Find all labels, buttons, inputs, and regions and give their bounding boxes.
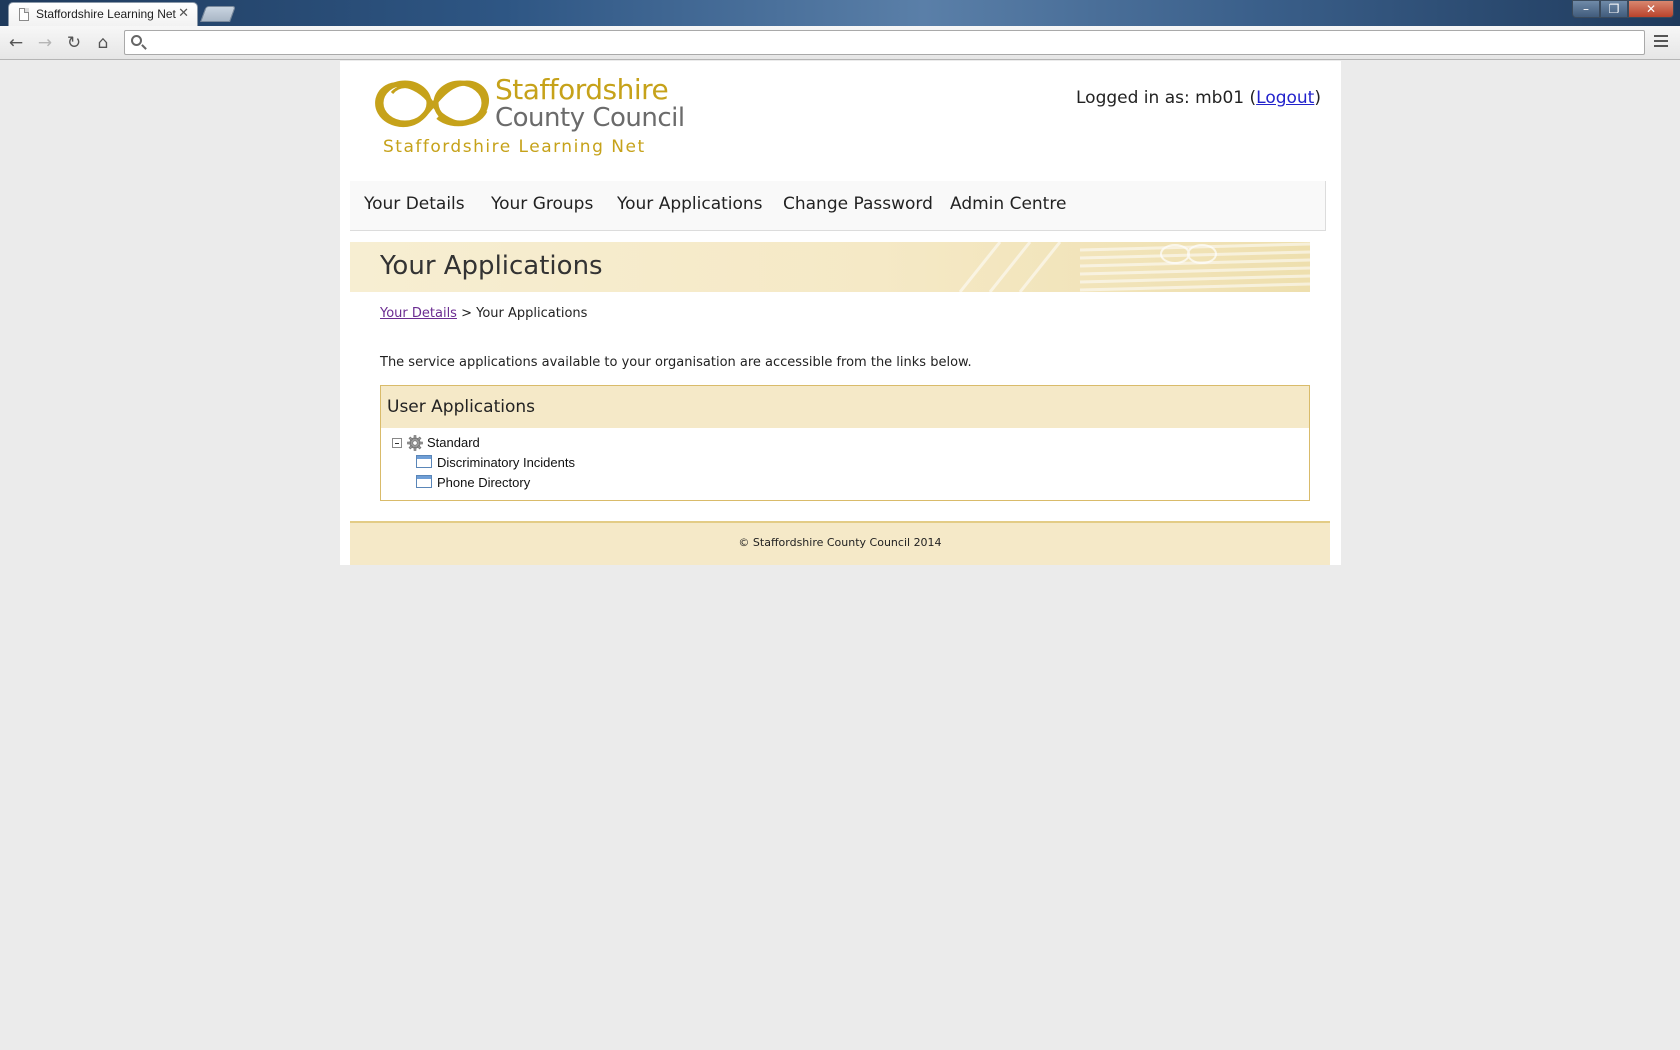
tree-group-standard[interactable]: Standard bbox=[427, 435, 480, 450]
user-applications-panel: User Applications Standard Discriminator… bbox=[380, 385, 1310, 501]
breadcrumb: Your Details > Your Applications bbox=[380, 306, 587, 321]
page-container: Staffordshire County Council Staffordshi… bbox=[340, 61, 1341, 565]
menu-icon[interactable] bbox=[1654, 35, 1670, 51]
window-icon bbox=[416, 455, 432, 468]
nav-item-your-details[interactable]: Your Details bbox=[364, 194, 465, 214]
main-nav: Your Details Your Groups Your Applicatio… bbox=[350, 181, 1326, 231]
breadcrumb-separator: > bbox=[456, 306, 477, 321]
window-icon bbox=[416, 475, 432, 488]
breadcrumb-current: Your Applications bbox=[476, 306, 588, 321]
footer: © Staffordshire County Council 2014 bbox=[350, 521, 1330, 565]
nav-item-admin-centre[interactable]: Admin Centre bbox=[950, 194, 1066, 214]
page-icon bbox=[19, 8, 29, 21]
forward-arrow-icon[interactable]: → bbox=[34, 32, 56, 54]
tab-title: Staffordshire Learning Net bbox=[36, 7, 176, 21]
page-title: Your Applications bbox=[380, 251, 603, 281]
browser-titlebar: Staffordshire Learning Net ✕ – ❐ ✕ bbox=[0, 0, 1680, 26]
window-controls: – ❐ ✕ bbox=[1572, 0, 1674, 18]
home-icon[interactable]: ⌂ bbox=[92, 32, 114, 54]
panel-title: User Applications bbox=[387, 397, 535, 417]
window-close-button[interactable]: ✕ bbox=[1628, 0, 1674, 18]
restore-button[interactable]: ❐ bbox=[1600, 0, 1628, 18]
collapse-icon[interactable] bbox=[392, 438, 402, 448]
logout-link[interactable]: Logout bbox=[1256, 88, 1314, 108]
login-prefix: Logged in as: mb01 ( bbox=[1076, 88, 1257, 108]
browser-tab[interactable]: Staffordshire Learning Net ✕ bbox=[8, 2, 198, 26]
breadcrumb-link-your-details[interactable]: Your Details bbox=[380, 306, 457, 321]
panel-header: User Applications bbox=[381, 386, 1309, 428]
logo-tagline: Staffordshire Learning Net bbox=[383, 137, 646, 157]
logo-text-primary: Staffordshire bbox=[495, 73, 669, 106]
copyright-text: © Staffordshire County Council 2014 bbox=[738, 536, 942, 549]
login-suffix: ) bbox=[1314, 88, 1321, 108]
browser-toolbar: ← → ↻ ⌂ bbox=[0, 26, 1680, 60]
reload-icon[interactable]: ↻ bbox=[63, 32, 85, 54]
address-bar[interactable] bbox=[124, 30, 1645, 55]
nav-item-your-applications[interactable]: Your Applications bbox=[617, 194, 763, 214]
nav-item-change-password[interactable]: Change Password bbox=[783, 194, 933, 214]
new-tab-icon[interactable] bbox=[200, 6, 236, 22]
intro-text: The service applications available to yo… bbox=[380, 355, 972, 370]
site-logo[interactable]: Staffordshire County Council Staffordshi… bbox=[372, 71, 685, 161]
logo-text-secondary: County Council bbox=[495, 103, 685, 133]
address-input[interactable] bbox=[151, 33, 1631, 52]
app-link-discriminatory-incidents[interactable]: Discriminatory Incidents bbox=[437, 455, 575, 470]
logo-knot-icon bbox=[375, 80, 489, 128]
minimize-button[interactable]: – bbox=[1572, 0, 1600, 18]
page-title-banner: Your Applications bbox=[350, 242, 1310, 292]
search-icon bbox=[131, 35, 142, 46]
back-arrow-icon[interactable]: ← bbox=[5, 32, 27, 54]
app-link-phone-directory[interactable]: Phone Directory bbox=[437, 475, 530, 490]
nav-item-your-groups[interactable]: Your Groups bbox=[491, 194, 593, 214]
close-icon[interactable]: ✕ bbox=[178, 6, 189, 22]
login-status: Logged in as: mb01 (Logout) bbox=[1076, 88, 1321, 108]
gear-icon bbox=[407, 435, 423, 451]
banner-decoration bbox=[958, 242, 1310, 292]
